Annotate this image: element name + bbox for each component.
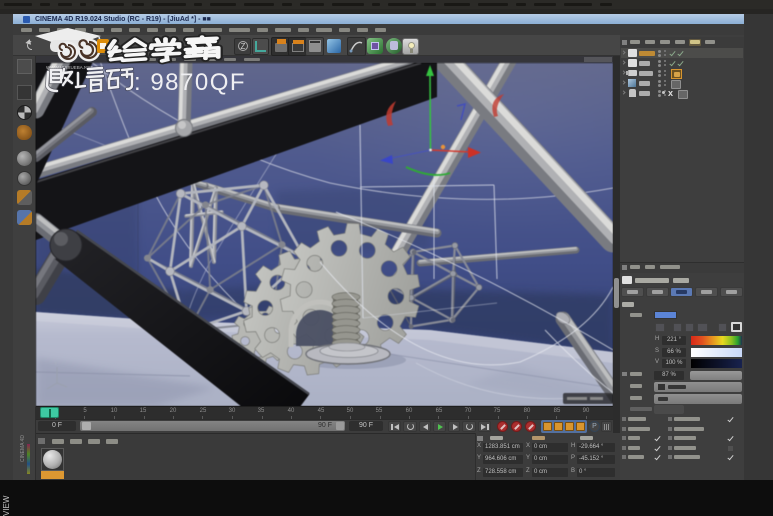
svg-text:: 9870QF: : 9870QF	[134, 69, 246, 96]
